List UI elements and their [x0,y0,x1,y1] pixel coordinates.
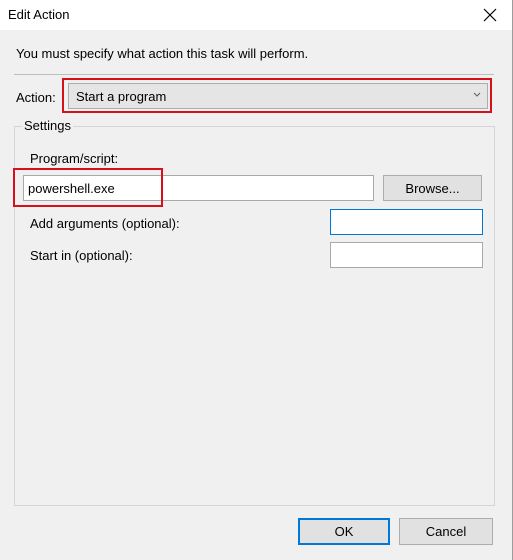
add-arguments-input[interactable] [330,209,483,235]
title-bar[interactable]: Edit Action [0,0,512,30]
start-in-input[interactable] [330,242,483,268]
instruction-text: You must specify what action this task w… [16,46,309,61]
ok-button[interactable]: OK [298,518,390,545]
settings-group-label: Settings [22,118,73,133]
edit-action-dialog: Edit Action You must specify what action… [0,0,513,560]
separator-line [14,74,494,75]
start-in-label: Start in (optional): [30,248,133,263]
close-icon [483,8,497,22]
window-title: Edit Action [8,7,70,22]
action-highlight-box [62,78,492,113]
action-label: Action: [16,90,56,105]
close-button[interactable] [470,0,510,30]
program-script-label: Program/script: [30,151,119,166]
cancel-button[interactable]: Cancel [399,518,493,545]
add-arguments-label: Add arguments (optional): [30,216,180,231]
program-highlight-box [13,168,163,207]
browse-button[interactable]: Browse... [383,175,482,201]
